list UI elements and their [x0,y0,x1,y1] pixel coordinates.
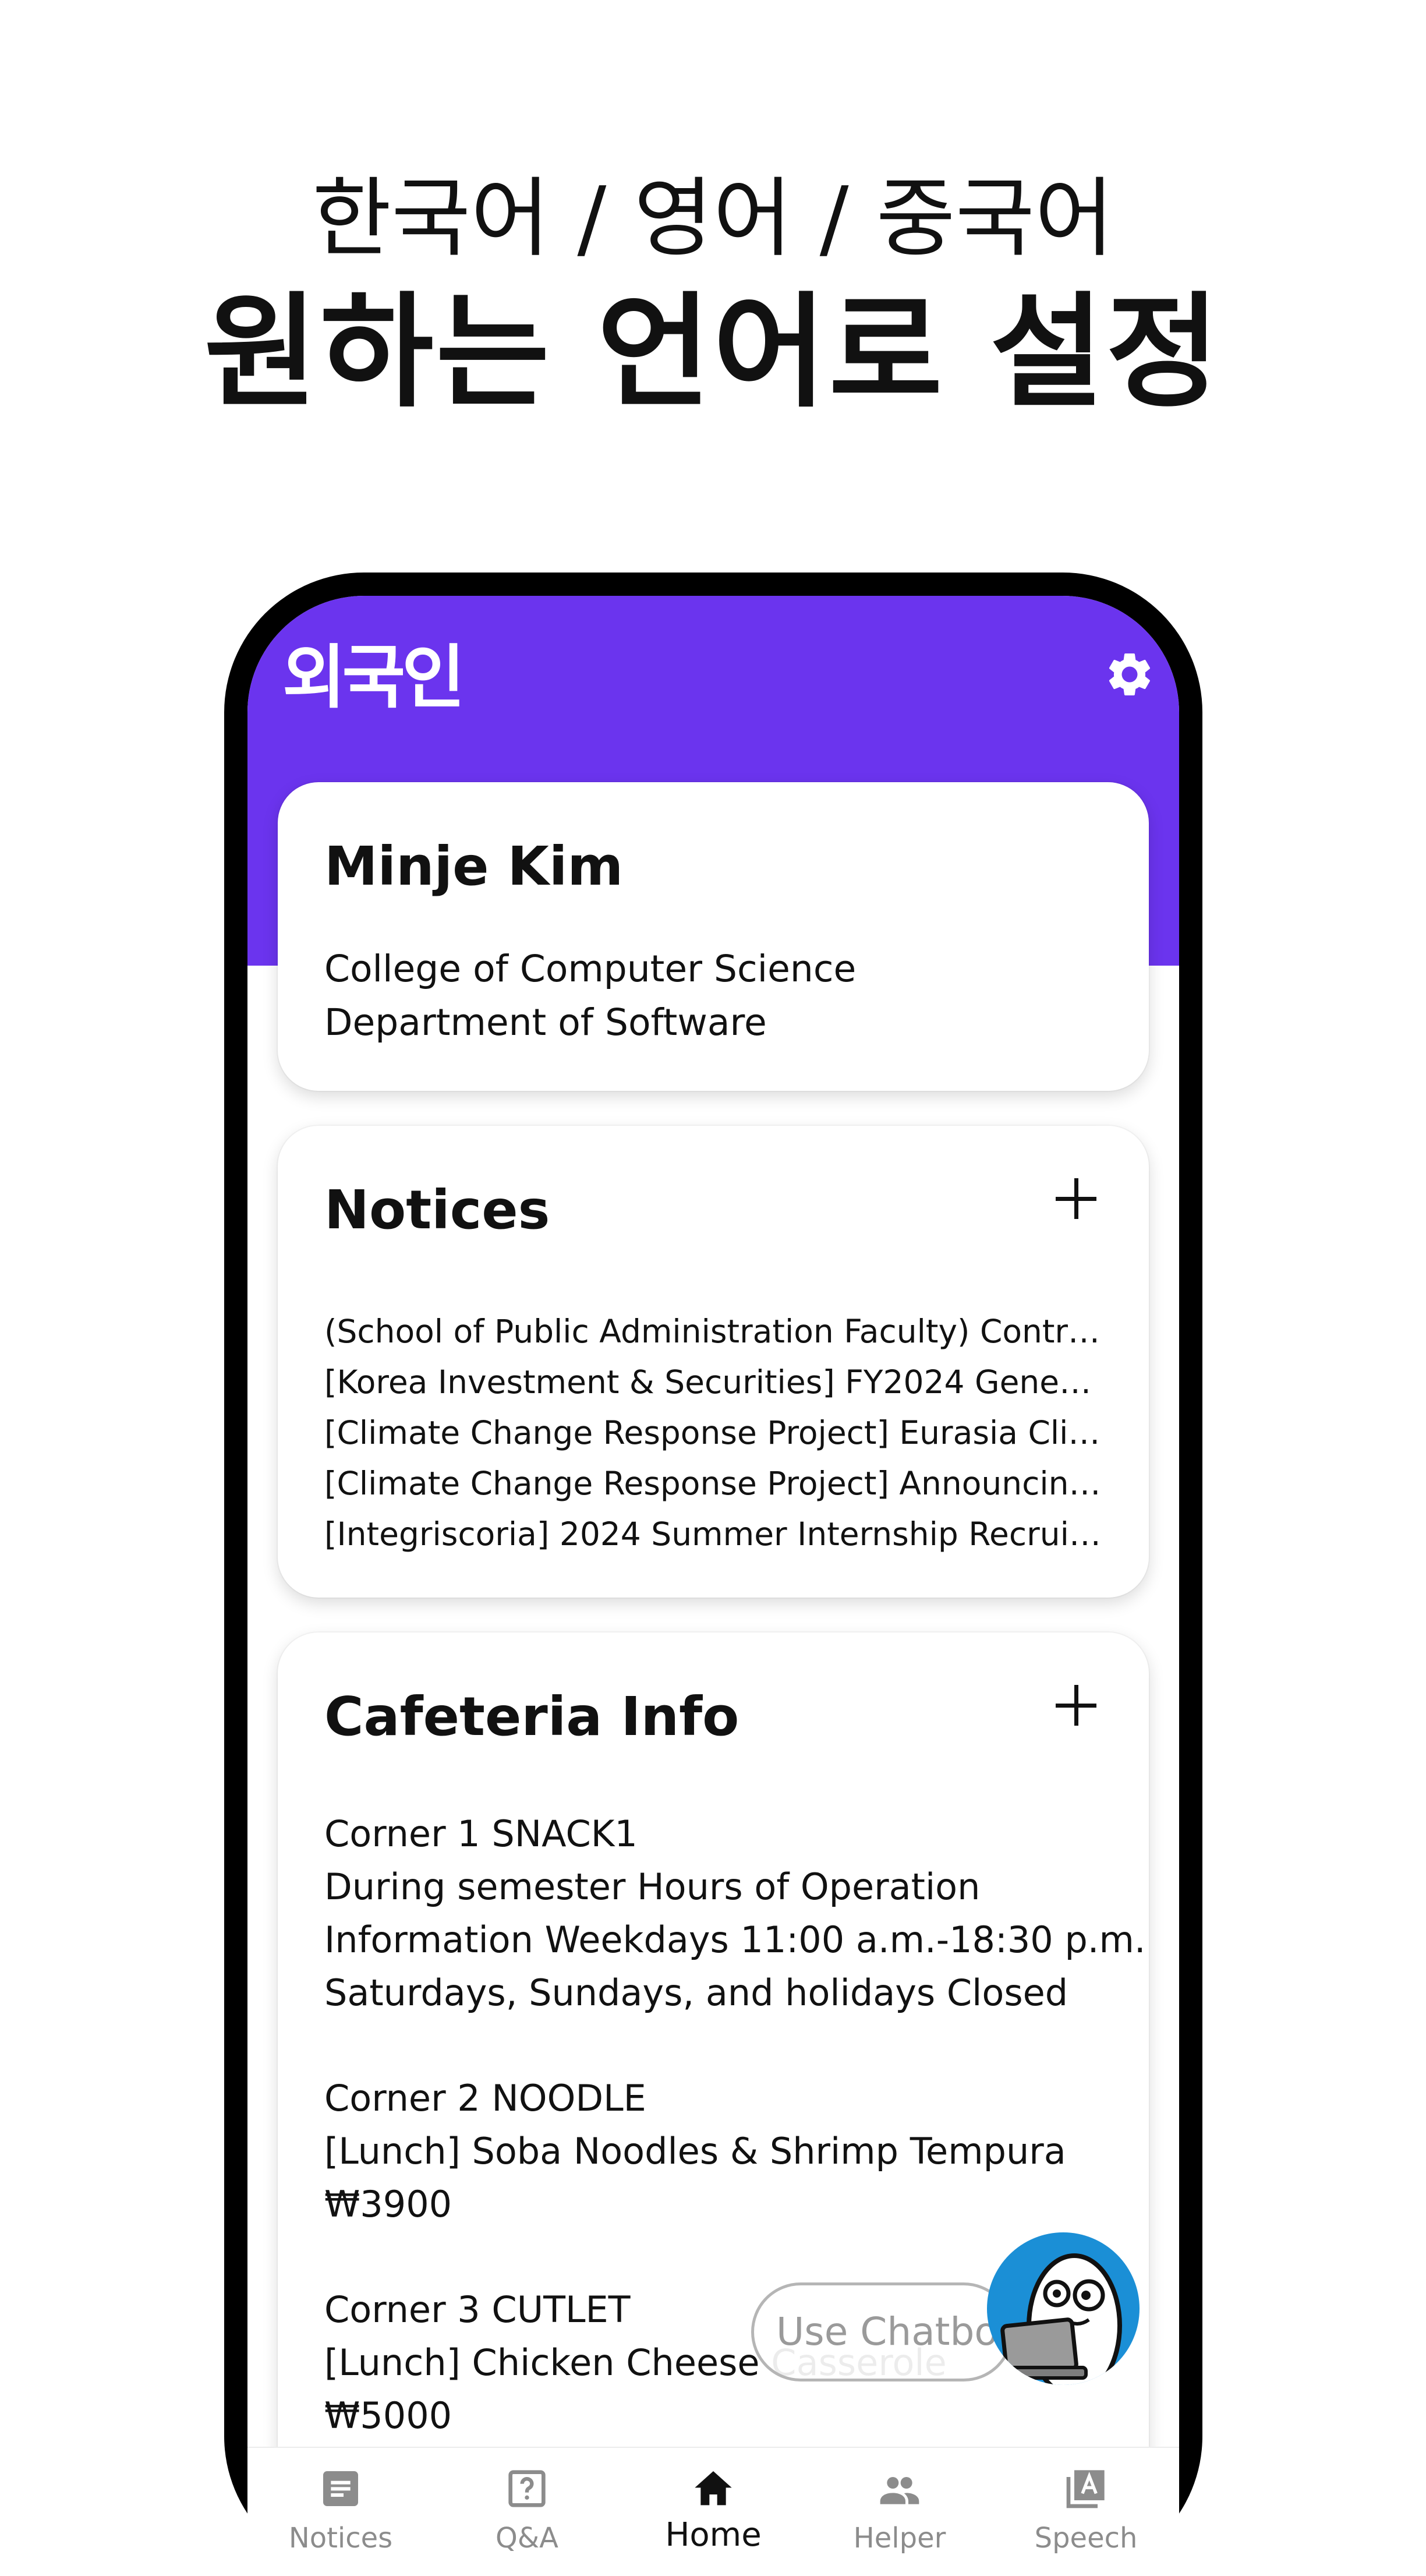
notices-card: Notices (School of Public Administration… [278,1126,1149,1598]
document-icon [323,2471,358,2506]
notice-item[interactable]: [Korea Investment & Securities] FY2024 G… [324,1357,1102,1408]
tab-notices[interactable]: Notices [247,2448,434,2576]
cafeteria-line: [Lunch] Soba Noodles & Shrimp Tempura [324,2130,1066,2172]
tab-home[interactable]: Home [620,2448,806,2576]
cafeteria-line: During semester Hours of Operation [324,1865,981,1908]
plus-icon[interactable] [1056,1685,1096,1726]
notice-list: (School of Public Administration Faculty… [324,1306,1102,1560]
headline-languages: 한국어 / 영어 / 중국어 [312,168,1114,268]
gear-icon[interactable] [1103,648,1156,701]
tab-label: Q&A [495,2522,559,2554]
headline-title: 원하는 언어로 설정 [204,280,1222,424]
cafeteria-card: Cafeteria Info Corner 1 SNACK1 During se… [278,1632,1149,2576]
tab-qa[interactable]: Q&A [434,2448,620,2576]
phone-frame: 외국인 Minje Kim College of Computer Scienc… [224,573,1202,2576]
notices-title: Notices [324,1179,550,1241]
app-logo: 외국인 [282,637,465,718]
profile-affiliation: College of Computer Science Department o… [324,942,856,1050]
translate-icon [1066,2470,1105,2508]
bottom-tab-bar: Notices Q&A Home Helper Speech [247,2447,1179,2576]
tab-label: Helper [853,2522,946,2554]
notice-item[interactable]: [Climate Change Response Project] Eurasi… [324,1408,1102,1458]
tab-label: Notices [288,2522,393,2554]
cafeteria-line: ₩3900 [324,2183,452,2225]
profile-department: Department of Software [324,1001,767,1044]
notice-item[interactable]: [Integriscoria] 2024 Summer Internship R… [324,1509,1102,1560]
cafeteria-entry: Corner 1 SNACK1 During semester Hours of… [324,1807,1146,2019]
cafeteria-entry: Corner 2 NOODLE [Lunch] Soba Noodles & S… [324,2072,1102,2231]
notice-item[interactable]: (School of Public Administration Faculty… [324,1306,1102,1357]
question-icon [508,2470,546,2507]
cafeteria-line: ₩5000 [324,2394,452,2437]
home-icon [695,2471,732,2506]
cafeteria-line: Corner 2 NOODLE [324,2077,646,2119]
cafeteria-line: Corner 1 SNACK1 [324,1812,638,1855]
people-icon [880,2477,919,2504]
plus-icon[interactable] [1056,1178,1096,1219]
tab-helper[interactable]: Helper [806,2448,993,2576]
chatbot-avatar-button[interactable] [987,2232,1140,2385]
cafeteria-list: Corner 1 SNACK1 During semester Hours of… [324,1807,1146,2494]
cafeteria-line: Information Weekdays 11:00 a.m.-18:30 p.… [324,1918,1146,1961]
app-screen: 외국인 Minje Kim College of Computer Scienc… [247,596,1179,2576]
notice-item[interactable]: [Climate Change Response Project] Announ… [324,1458,1102,1509]
tab-label: Home [665,2516,762,2554]
tab-label: Speech [1034,2522,1138,2554]
use-chatbot-button[interactable]: Use Chatbot [751,2282,1013,2381]
cafeteria-title: Cafeteria Info [324,1685,739,1748]
tab-speech[interactable]: Speech [993,2448,1179,2576]
profile-name: Minje Kim [324,835,624,897]
profile-college: College of Computer Science [324,948,857,990]
profile-card[interactable]: Minje Kim College of Computer Science De… [278,782,1149,1091]
cafeteria-line: Saturdays, Sundays, and holidays Closed [324,1971,1068,2014]
penguin-laptop-icon [997,2253,1122,2385]
